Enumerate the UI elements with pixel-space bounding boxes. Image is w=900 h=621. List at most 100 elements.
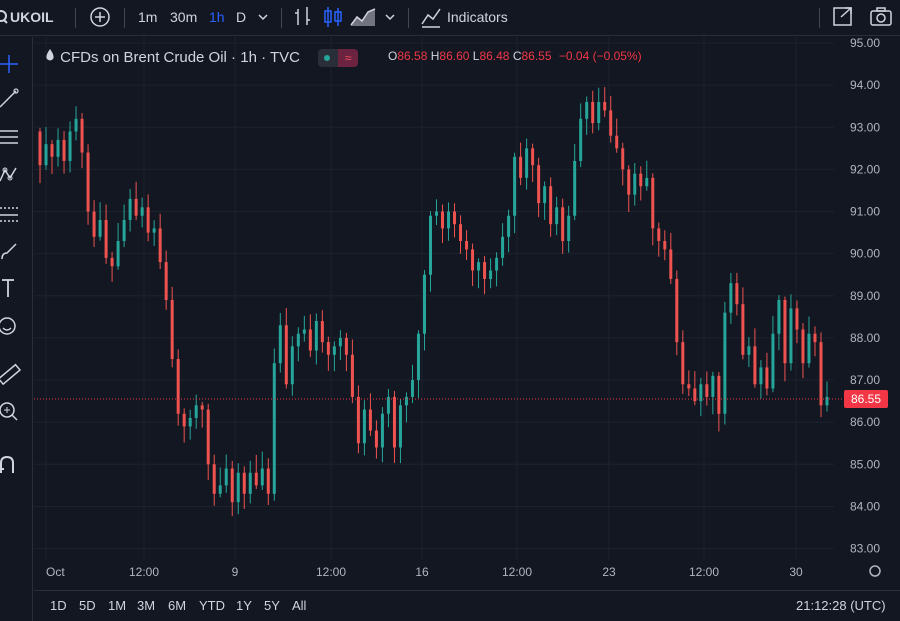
candle-body xyxy=(471,249,474,270)
close-label: C xyxy=(513,49,522,63)
candle-body xyxy=(483,262,486,279)
candle-body xyxy=(51,144,54,157)
range-6m[interactable]: 6M xyxy=(168,591,186,621)
candle-body xyxy=(297,334,300,347)
settings-icon[interactable] xyxy=(870,566,880,576)
y-tick-label: 90.00 xyxy=(850,247,880,261)
candle-body xyxy=(447,212,450,229)
fullscreen-icon[interactable] xyxy=(832,0,854,36)
candle-body xyxy=(87,153,90,212)
candle-body xyxy=(459,224,462,241)
trend-line-icon[interactable] xyxy=(0,87,22,109)
candle-body xyxy=(549,186,552,224)
search-icon[interactable] xyxy=(0,0,8,36)
range-1d[interactable]: 1D xyxy=(50,591,67,621)
candle-body xyxy=(741,304,744,355)
ruler-icon[interactable] xyxy=(0,363,22,385)
fib-icon[interactable] xyxy=(0,127,22,149)
magnet-icon[interactable] xyxy=(0,454,22,476)
market-status-badge[interactable]: ≈ xyxy=(318,49,358,67)
candle-body xyxy=(393,397,396,448)
symbol-description[interactable]: CFDs on Brent Crude Oil · 1h · TVC xyxy=(60,49,300,66)
candle-body xyxy=(435,212,438,216)
y-tick-label: 95.00 xyxy=(850,37,880,50)
candle-body xyxy=(423,275,426,334)
interval-d[interactable]: D xyxy=(236,0,246,36)
interval-1h[interactable]: 1h xyxy=(209,0,225,36)
symbol-button[interactable]: UKOIL xyxy=(10,0,54,36)
range-5y[interactable]: 5Y xyxy=(264,591,280,621)
chevron-down-icon[interactable] xyxy=(383,0,397,36)
range-1y[interactable]: 1Y xyxy=(236,591,252,621)
chevron-down-icon[interactable] xyxy=(256,0,270,36)
candle-body xyxy=(615,136,618,149)
range-all[interactable]: All xyxy=(292,591,306,621)
zoom-icon[interactable] xyxy=(0,401,22,423)
pattern-icon[interactable] xyxy=(0,165,22,187)
candle-body xyxy=(75,119,78,132)
x-tick-label: Oct xyxy=(46,565,65,579)
chart-pane[interactable]: 83.0084.0085.0086.0087.0088.0089.0090.00… xyxy=(34,37,900,584)
candle-body xyxy=(273,363,276,494)
forecast-icon[interactable] xyxy=(0,203,22,225)
x-tick-label: 30 xyxy=(789,565,803,579)
candle-body xyxy=(339,338,342,346)
range-ytd[interactable]: YTD xyxy=(199,591,225,621)
candle-body xyxy=(669,249,672,278)
text-icon[interactable] xyxy=(0,277,22,299)
range-3m[interactable]: 3M xyxy=(137,591,155,621)
add-symbol-icon[interactable] xyxy=(89,0,111,36)
range-5d[interactable]: 5D xyxy=(79,591,96,621)
candle-body xyxy=(429,216,432,275)
ohlc-values: O86.58 H86.60 L86.48 C86.55 −0.04 (−0.05… xyxy=(388,49,642,63)
candle-body xyxy=(555,207,558,224)
candle-body xyxy=(585,102,588,119)
candle-body xyxy=(453,212,456,225)
candle-body xyxy=(639,174,642,187)
candle-body xyxy=(243,473,246,494)
candle-body xyxy=(645,178,648,186)
candle-style-icon[interactable] xyxy=(322,0,344,36)
candle-body xyxy=(687,384,690,388)
candle-body xyxy=(369,410,372,431)
candle-body xyxy=(123,220,126,241)
candle-body xyxy=(321,321,324,342)
top-toolbar: UKOIL 1m 30m 1h D Indicators xyxy=(0,0,900,36)
candle-body xyxy=(627,169,630,194)
indicators-button[interactable]: Indicators xyxy=(447,0,508,36)
candle-body xyxy=(735,283,738,304)
interval-30m[interactable]: 30m xyxy=(170,0,197,36)
low-value: 86.48 xyxy=(479,49,509,63)
candle-body xyxy=(105,220,108,258)
candle-body xyxy=(231,469,234,503)
candle-body xyxy=(141,207,144,215)
candle-body xyxy=(405,397,408,405)
bar-style-icon[interactable] xyxy=(293,0,313,36)
price-chart[interactable]: 83.0084.0085.0086.0087.0088.0089.0090.00… xyxy=(34,37,900,584)
candle-body xyxy=(285,325,288,384)
candle-body xyxy=(543,186,546,203)
candle-body xyxy=(525,148,528,177)
market-open-dot xyxy=(324,55,330,61)
emoji-icon[interactable] xyxy=(0,315,22,337)
crosshair-icon[interactable] xyxy=(0,53,22,75)
candle-body xyxy=(789,308,792,363)
candle-body xyxy=(783,300,786,363)
candle-body xyxy=(747,346,750,354)
y-tick-label: 86.00 xyxy=(850,415,880,429)
range-1m[interactable]: 1M xyxy=(108,591,126,621)
camera-icon[interactable] xyxy=(869,0,893,36)
area-style-icon[interactable] xyxy=(350,0,376,36)
candle-body xyxy=(603,102,606,110)
candle-body xyxy=(255,473,258,486)
brush-icon[interactable] xyxy=(0,241,22,263)
change-value: −0.04 (−0.05%) xyxy=(559,49,642,63)
candle-body xyxy=(219,485,222,493)
candle-body xyxy=(117,241,120,266)
candle-body xyxy=(801,329,804,363)
clock[interactable]: 21:12:28 (UTC) xyxy=(796,591,886,621)
interval-1m[interactable]: 1m xyxy=(138,0,157,36)
indicators-icon[interactable] xyxy=(420,0,442,36)
candle-body xyxy=(417,334,420,380)
candle-body xyxy=(111,258,114,266)
